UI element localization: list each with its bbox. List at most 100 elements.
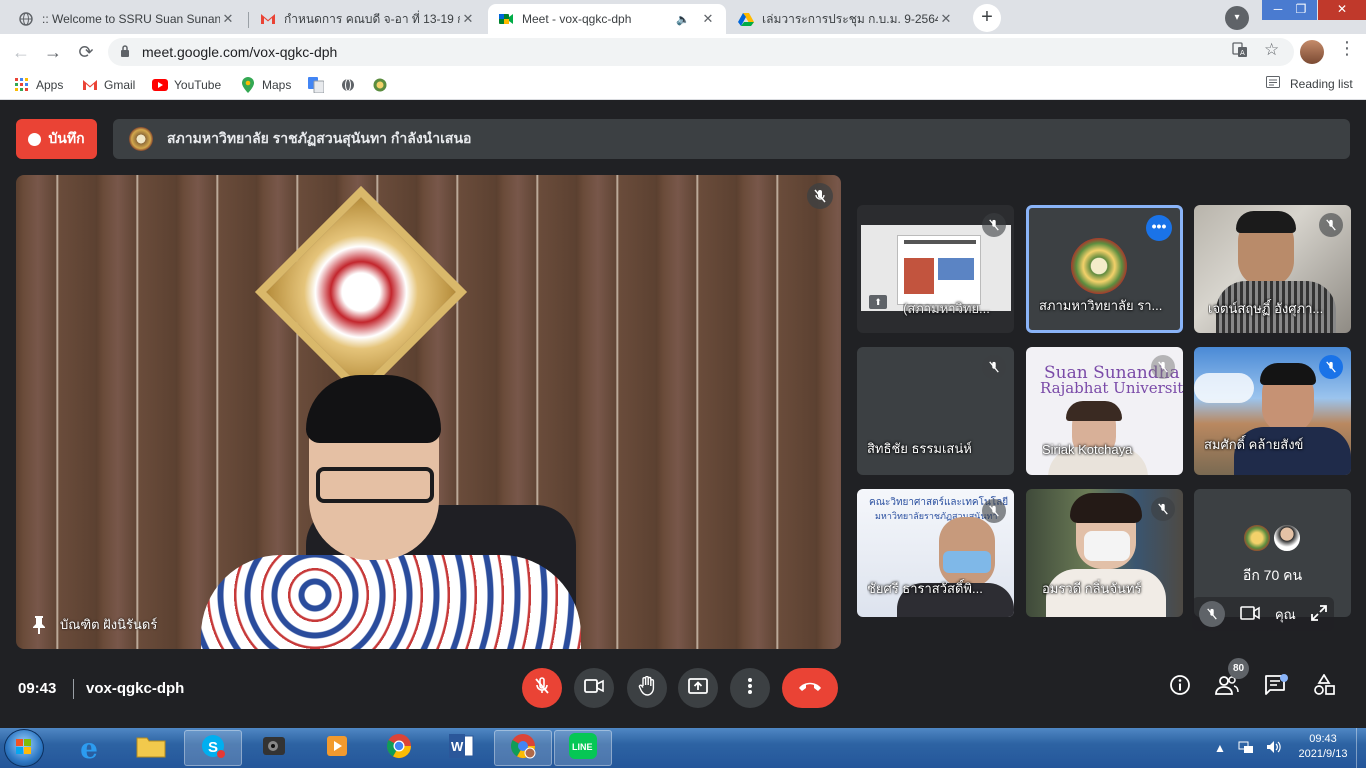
volume-icon[interactable] [1266,740,1282,757]
bookmark-youtube[interactable]: YouTube [152,76,221,94]
network-icon[interactable] [1238,740,1254,757]
bookmark-gmail[interactable]: Gmail [82,76,135,94]
system-date: 2021/9/13 [1298,748,1348,760]
pin-icon[interactable] [32,615,46,634]
toggle-mic-button[interactable] [522,668,562,708]
participant-tile-sitthichai[interactable]: สิทธิชัย ธรรมเสน่ห์ [857,347,1014,475]
translate-icon[interactable]: A [1232,42,1248,61]
meeting-time: 09:43 [18,680,57,697]
forward-button[interactable]: → [40,39,66,65]
activities-shapes-icon [1313,672,1335,701]
slide-figure [938,258,974,280]
slide-thumbnail [897,235,981,305]
bookmark-maps[interactable]: Maps [240,76,291,94]
toggle-camera-button[interactable] [574,668,614,708]
virtual-background-subtitle: Rajabhat University [1040,379,1183,397]
participant-tile-chaisri[interactable]: คณะวิทยาศาสตร์และเทคโนโลยี มหาวิทยาลัยรา… [857,489,1014,617]
leave-call-button[interactable] [782,668,838,708]
record-dot-icon [28,132,42,146]
bookmark-apps[interactable]: Apps [14,76,63,94]
close-tab-icon[interactable]: ✕ [700,11,716,27]
slide-photo [904,258,934,294]
participant-hair [1066,401,1122,421]
close-tab-icon[interactable]: ✕ [220,11,236,27]
participant-tile-siriak[interactable]: Suan Sunandha Rajabhat University Siriak… [1026,347,1183,475]
bookmark-ssru[interactable] [372,76,394,94]
folder-icon [136,734,166,763]
participant-tile-council[interactable]: ••• สภามหาวิทยาลัย รา... [1026,205,1183,333]
taskbar-chrome[interactable] [370,730,428,766]
participant-name: สภามหาวิทยาลัย รา... [1039,298,1163,313]
taskbar-webcam-app[interactable] [246,730,304,766]
raise-hand-button[interactable] [627,668,667,708]
url-text: meet.google.com/vox-qgkc-dph [142,44,338,60]
divider [73,679,74,699]
svg-text:S: S [208,739,218,756]
reload-button[interactable]: ⟳ [73,39,99,65]
tab-agenda-pdf[interactable]: เล่มวาระการประชุม ก.บ.ม. 9-2564.pdf ✕ [728,4,964,34]
new-tab-button[interactable]: + [973,4,1001,32]
taskbar-chrome-profile[interactable] [494,730,552,766]
close-tab-icon[interactable]: ✕ [460,11,476,27]
meeting-details-button[interactable] [1167,674,1193,700]
mic-off-icon [1151,497,1175,521]
meeting-code: vox-qgkc-dph [86,680,185,697]
lock-icon[interactable] [120,44,134,60]
start-button[interactable] [4,729,44,767]
presenting-banner[interactable]: สภามหาวิทยาลัย ราชภัฏสวนสุนันทา กำลังนำเ… [113,119,1350,159]
bookmark-star-icon[interactable]: ☆ [1264,40,1279,60]
browser-toolbar: ← → ⟳ meet.google.com/vox-qgkc-dph A ☆ ⋮ [0,34,1366,70]
speaker-name: บัณฑิต ฝังนิรันดร์ [60,617,158,632]
taskbar-word[interactable]: W [432,730,490,766]
reading-list-button[interactable]: Reading list [1266,76,1353,91]
tab-meet[interactable]: Meet - vox-qgkc-dph 🔈 ✕ [488,4,726,34]
maximize-button[interactable]: ❐ [1285,0,1317,20]
gmail-icon [260,11,276,27]
tab-search-icon[interactable]: ▾ [1225,6,1249,30]
taskbar-internet-explorer[interactable]: e [60,730,118,766]
bookmark-label: Gmail [104,78,136,92]
back-button[interactable]: ← [8,39,34,65]
taskbar-file-explorer[interactable] [122,730,180,766]
show-hidden-icons[interactable]: ▲ [1214,741,1226,755]
cloud [1194,373,1254,403]
taskbar-line[interactable]: LINE [554,730,612,766]
speaker-name-label: บัณฑิต ฝังนิรันดร์ [32,614,157,635]
self-label: คุณ [1274,606,1296,622]
participant-tile-amornwadee[interactable]: อมรวดี กลิ่นจันทร์ [1026,489,1183,617]
more-options-button[interactable] [730,668,770,708]
bookmark-translate[interactable] [308,76,330,94]
recording-button[interactable]: บันทึก [16,119,97,159]
tab-dean-schedule[interactable]: กำหนดการ คณบดี จ-อา ที่ 13-19 ก.ย. ✕ [250,4,486,34]
system-clock[interactable]: 09:43 2021/9/13 [1290,732,1356,762]
self-mic-off-icon[interactable] [1199,601,1226,627]
self-camera-icon[interactable] [1240,605,1260,623]
camera-icon [584,678,604,698]
face-mask [943,551,991,573]
record-label: บันทึก [48,130,85,146]
more-options-button[interactable]: ••• [1146,215,1172,241]
show-desktop-button[interactable] [1356,728,1366,768]
participant-count-badge: 80 [1228,658,1249,679]
close-window-button[interactable]: ✕ [1318,0,1366,20]
bookmark-globe[interactable] [340,76,362,94]
participant-tile-somsak[interactable]: สมศักดิ์ คล้ายสังข์ [1194,347,1351,475]
tab-ssru-welcome[interactable]: :: Welcome to SSRU Suan Sunandha ✕ [8,4,246,34]
participant-tile-screen[interactable]: ⬆ (สภามหาวิทย... [857,205,1014,333]
mic-off-icon [982,355,1006,379]
main-speaker-video[interactable]: บัณฑิต ฝังนิรันดร์ [16,175,841,649]
close-tab-icon[interactable]: ✕ [938,11,954,27]
profile-avatar[interactable] [1300,40,1324,64]
bookmark-label: Maps [262,78,292,92]
taskbar-media-player[interactable] [308,730,366,766]
expand-icon[interactable] [1310,604,1327,624]
line-app-icon: LINE [568,732,598,765]
present-now-button[interactable] [678,668,718,708]
address-bar[interactable]: meet.google.com/vox-qgkc-dph [108,38,1294,66]
participant-tile-chet[interactable]: เจตน์สฤษฏิ์ อังศุภา... [1194,205,1351,333]
speaker-icon[interactable]: 🔈 [676,13,692,26]
taskbar-skype[interactable]: S [184,730,242,766]
mic-off-icon [807,183,833,209]
activities-button[interactable] [1311,672,1337,701]
browser-menu-icon[interactable]: ⋮ [1338,38,1356,59]
